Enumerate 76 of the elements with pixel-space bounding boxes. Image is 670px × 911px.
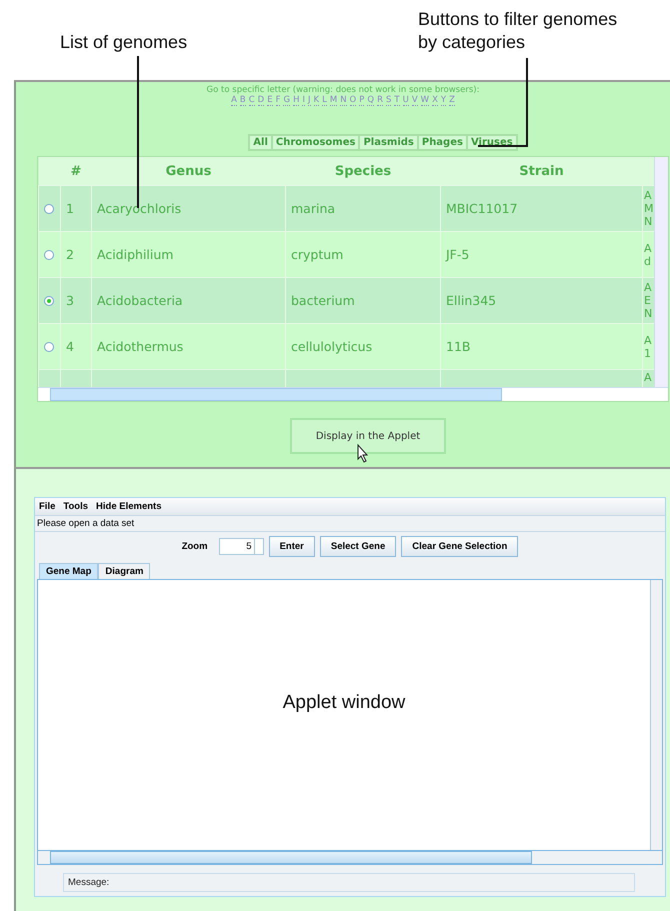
table-cell: JF-5 (440, 232, 642, 278)
table-cell: Acidobacteria (92, 278, 286, 324)
table-cell: 2 (60, 232, 92, 278)
zoom-label: Zoom (182, 541, 208, 552)
letter-link[interactable]: R (377, 95, 383, 106)
letter-link[interactable]: H (293, 95, 300, 106)
letter-link[interactable]: O (350, 95, 356, 106)
letter-link[interactable]: C (248, 95, 255, 106)
horizontal-scrollbar[interactable] (37, 851, 663, 865)
toolbar-button[interactable]: Select Gene (320, 536, 396, 557)
letter-link[interactable]: N (340, 95, 347, 106)
callout-label: Buttons to filter genomes by categories (418, 8, 618, 54)
radio-button[interactable] (44, 250, 54, 260)
column-header[interactable]: Genus (92, 157, 286, 186)
letter-link[interactable]: B (240, 95, 246, 106)
letter-link[interactable]: V (412, 95, 418, 106)
toolbar-button[interactable]: Enter (268, 536, 315, 557)
tab[interactable]: Gene Map (39, 563, 98, 579)
menu-item[interactable]: Tools (63, 501, 88, 512)
radio-button[interactable] (44, 204, 54, 214)
radio-button[interactable] (44, 296, 54, 306)
table-cell: A M N (642, 186, 654, 232)
letter-link[interactable]: A (231, 95, 237, 106)
column-header[interactable]: Strain (440, 157, 642, 186)
table-cell: 4 (60, 324, 92, 370)
cursor-icon (358, 444, 368, 463)
callout-label: List of genomes (60, 32, 188, 53)
menu-item[interactable]: File (39, 501, 56, 512)
zoom-spinner[interactable]: 5 (218, 538, 264, 555)
table-cell: 11B (440, 324, 642, 370)
letter-link[interactable]: K (314, 95, 320, 106)
table-cell: cryptum (286, 232, 440, 278)
filter-button[interactable]: Chromosomes (272, 135, 360, 150)
filter-button[interactable]: Phages (418, 135, 467, 150)
letter-link[interactable]: X (432, 95, 438, 106)
letter-link[interactable]: S (386, 95, 392, 106)
menu-item[interactable]: Hide Elements (96, 501, 162, 512)
instruction-text: Go to specific letter (warning: does not work in some browsers): (206, 85, 480, 95)
table-cell: Acidiphilium (92, 232, 286, 278)
table-cell: cellulolyticus (286, 324, 440, 370)
filter-button[interactable]: Plasmids (359, 135, 418, 150)
toolbar-button[interactable]: Clear Gene Selection (401, 536, 518, 557)
letter-link[interactable]: Z (449, 95, 455, 106)
letter-link[interactable]: G (283, 95, 290, 106)
letter-link[interactable]: J (308, 95, 311, 106)
letter-link[interactable]: Y (440, 95, 446, 106)
display-button[interactable]: Display in the Applet (290, 418, 446, 454)
table-cell: Acaryochloris (92, 186, 286, 232)
table-cell: Acidothermus (92, 324, 286, 370)
vertical-scrollbar[interactable] (654, 157, 668, 387)
status-text: Please open a data set (35, 516, 665, 532)
letter-link[interactable]: E (267, 95, 273, 106)
letter-link[interactable]: F (276, 95, 280, 106)
letter-link[interactable]: Q (367, 95, 374, 106)
message-bar: Message: (63, 873, 635, 892)
tab[interactable]: Diagram (98, 563, 150, 579)
letter-link[interactable]: P (359, 95, 364, 106)
table-cell: bacterium (286, 278, 440, 324)
radio-button[interactable] (44, 342, 54, 352)
letter-link[interactable]: W (420, 95, 430, 106)
column-header[interactable]: # (60, 157, 92, 186)
table-cell: Ellin345 (440, 278, 642, 324)
table-cell: 1 (60, 186, 92, 232)
callout-label: Applet window (282, 692, 406, 714)
horizontal-scrollbar[interactable] (38, 387, 668, 401)
letter-link[interactable]: T (394, 95, 400, 106)
letter-link[interactable]: I (302, 95, 305, 106)
column-header[interactable]: Species (286, 157, 440, 186)
letter-link[interactable]: U (402, 95, 409, 106)
letter-link[interactable]: L (322, 95, 327, 106)
table-cell: 3 (60, 278, 92, 324)
letter-link[interactable]: M (330, 95, 338, 106)
filter-button[interactable]: All (249, 135, 272, 150)
table-cell: MBIC11017 (440, 186, 642, 232)
letter-link[interactable]: D (258, 95, 264, 106)
table-cell: marina (286, 186, 440, 232)
